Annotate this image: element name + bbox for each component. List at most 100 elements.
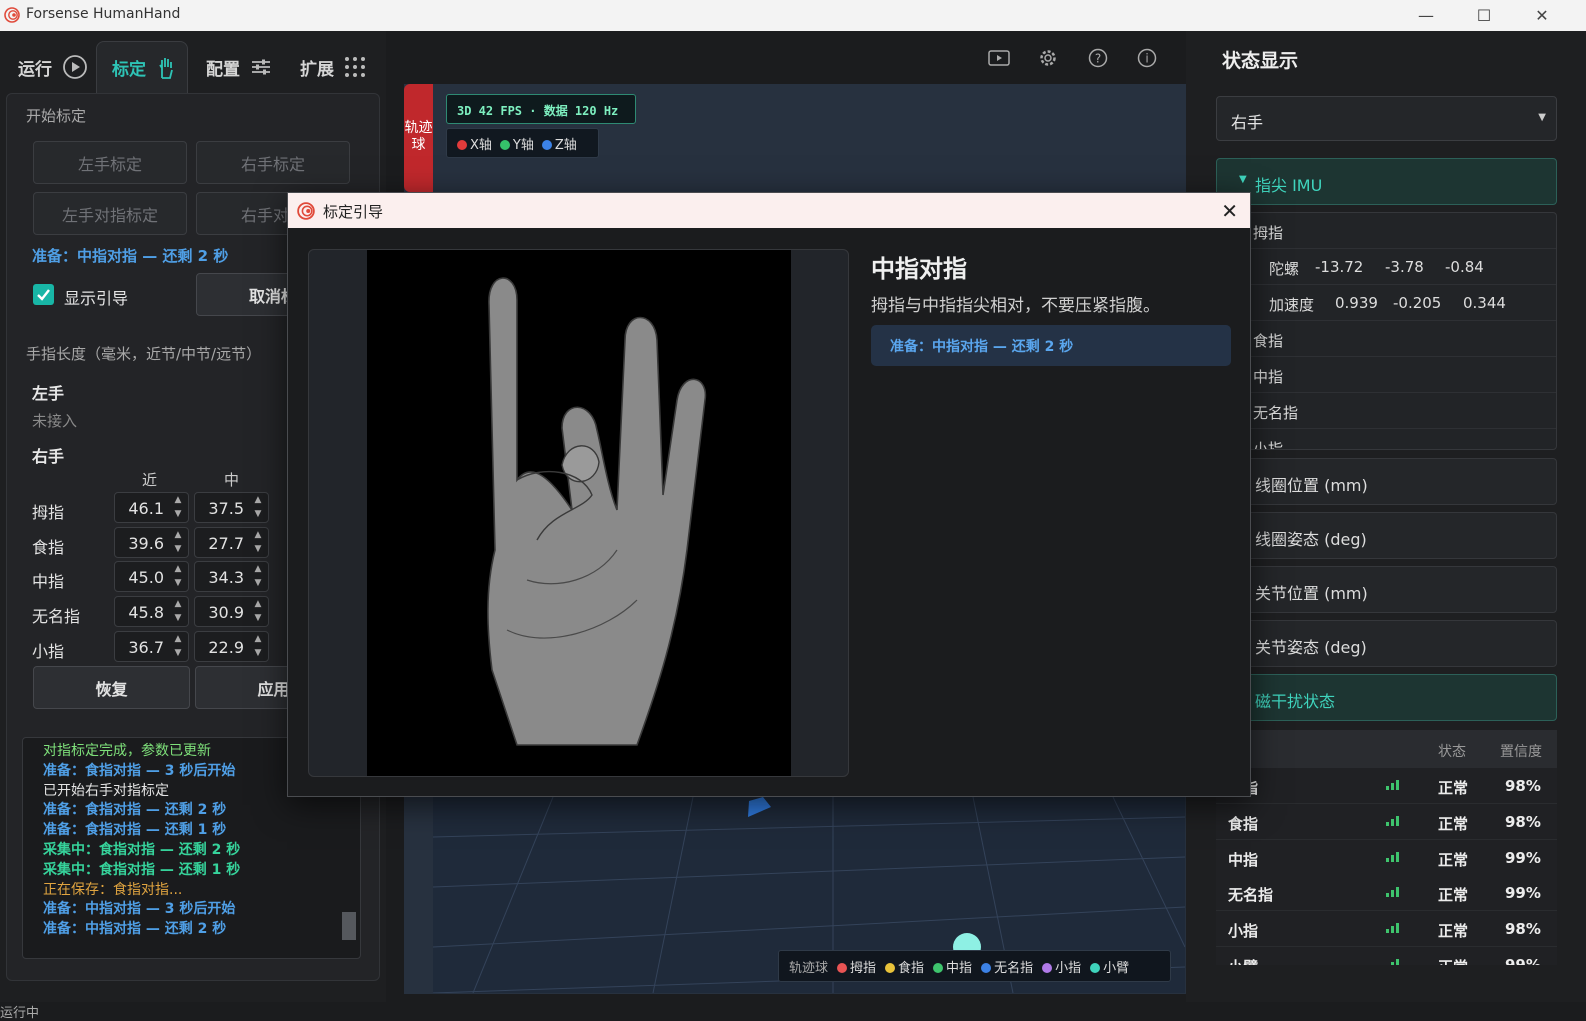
spin-down-icon[interactable]: ▼	[171, 578, 185, 588]
tab-extend[interactable]: 扩展	[300, 41, 366, 93]
finger-near-spinbox[interactable]: 45.8 ▲ ▼	[114, 596, 189, 628]
spin-down-icon[interactable]: ▼	[171, 544, 185, 554]
imu-row-gyro: 陀螺 -13.72 -3.78 -0.84	[1217, 249, 1556, 285]
tab-config[interactable]: 配置	[206, 41, 272, 93]
axis-legend-item: Z轴	[541, 134, 577, 153]
spin-up-icon[interactable]: ▲	[171, 634, 185, 644]
finger-near-spinbox[interactable]: 36.7 ▲ ▼	[114, 630, 189, 662]
finger-mid-spinbox[interactable]: 34.3 ▲ ▼	[194, 561, 269, 593]
spin-down-icon[interactable]: ▼	[171, 648, 185, 658]
joint-attitude-section[interactable]: 关节姿态 (deg)	[1216, 620, 1557, 667]
table-row: 无名指 正常 99%	[1216, 875, 1557, 912]
row-confidence: 99%	[1505, 956, 1541, 965]
spin-up-icon[interactable]: ▲	[251, 634, 265, 644]
trackball-side-tab[interactable]: 轨迹球	[404, 84, 433, 192]
row-name: 中指	[1228, 850, 1259, 869]
finger-mid-spinbox[interactable]: 37.5 ▲ ▼	[194, 492, 269, 523]
imu-row-ring: 无名指	[1217, 393, 1556, 429]
spin-up-icon[interactable]: ▲	[171, 599, 185, 609]
imu-section-header[interactable]: ▼ 指尖 IMU	[1216, 158, 1557, 205]
col-near-header: 近	[142, 471, 158, 489]
spinbox-value: 45.8	[128, 603, 164, 623]
table-header: 状态 置信度	[1216, 730, 1557, 768]
spin-down-icon[interactable]: ▼	[251, 544, 265, 554]
spin-up-icon[interactable]: ▲	[171, 564, 185, 574]
spin-down-icon[interactable]: ▼	[171, 613, 185, 623]
finger-mid-spinbox[interactable]: 30.9 ▲ ▼	[194, 596, 269, 628]
restore-button[interactable]: 恢复	[33, 666, 190, 709]
close-button[interactable]: ✕	[1519, 0, 1565, 31]
legend-item: 中指	[933, 957, 972, 976]
scrollbar-thumb[interactable]	[342, 912, 356, 940]
spinbox-value: 37.5	[208, 499, 244, 518]
coil-attitude-label: 线圈姿态 (deg)	[1255, 530, 1367, 549]
show-guide-checkbox[interactable]	[33, 284, 54, 305]
log-line: 准备：中指对指 — 还剩 2 秒	[43, 921, 227, 938]
spinbox-value: 45.0	[128, 568, 164, 588]
finger-mid-spinbox[interactable]: 22.9 ▲ ▼	[194, 630, 269, 662]
joint-position-section[interactable]: 关节位置 (mm)	[1216, 566, 1557, 613]
play-icon	[63, 55, 87, 79]
table-row: 食指 正常 98%	[1216, 803, 1557, 840]
finger-mid-spinbox[interactable]: 27.7 ▲ ▼	[194, 526, 269, 558]
table-row: 小臂 正常 99%	[1216, 947, 1557, 965]
finger-near-spinbox[interactable]: 39.6 ▲ ▼	[114, 526, 189, 558]
maximize-button[interactable]: ☐	[1461, 0, 1507, 31]
fps-indicator: 3D 42 FPS · 数据 120 Hz	[446, 94, 636, 124]
left-pinch-calibrate-button[interactable]: 左手对指标定	[33, 192, 187, 235]
axis-legend: X轴 Y轴 Z轴	[446, 128, 599, 158]
row-confidence: 98%	[1505, 920, 1541, 939]
spin-up-icon[interactable]: ▲	[251, 530, 265, 540]
coil-position-section[interactable]: 线圈位置 (mm)	[1216, 458, 1557, 505]
dialog-title-bar: 标定引导 ✕	[288, 193, 1250, 228]
axis-legend-item: X轴	[457, 134, 492, 153]
dialog-close-button[interactable]: ✕	[1221, 199, 1238, 223]
finger-near-spinbox[interactable]: 46.1 ▲ ▼	[114, 492, 189, 523]
minimize-button[interactable]: —	[1403, 0, 1449, 31]
tab-calibrate-label: 标定	[112, 60, 146, 80]
spin-down-icon[interactable]: ▼	[251, 648, 265, 658]
coil-attitude-section[interactable]: 线圈姿态 (deg)	[1216, 512, 1557, 559]
info-icon[interactable]: i	[1137, 48, 1157, 72]
tab-run[interactable]: 运行	[18, 41, 88, 93]
legend-title: 轨迹球	[789, 960, 829, 976]
tab-calibrate[interactable]: 标定	[96, 41, 188, 93]
spin-up-icon[interactable]: ▲	[251, 599, 265, 609]
gesture-illustration	[308, 249, 849, 777]
video-icon[interactable]	[988, 48, 1010, 72]
spin-down-icon[interactable]: ▼	[251, 578, 265, 588]
spin-up-icon[interactable]: ▲	[251, 564, 265, 574]
hand-select[interactable]: 右手 ▼	[1216, 96, 1557, 141]
spin-up-icon[interactable]: ▲	[171, 495, 185, 505]
imu-row-index: 食指	[1217, 321, 1556, 357]
legend-item: 拇指	[837, 957, 876, 976]
spinbox-value: 22.9	[208, 637, 244, 657]
imu-little-label: 小指	[1253, 440, 1284, 450]
col-confidence-header: 置信度	[1500, 744, 1542, 760]
acc-x: 0.939	[1335, 294, 1378, 312]
help-icon[interactable]: ?	[1088, 48, 1108, 72]
spin-up-icon[interactable]: ▲	[171, 530, 185, 540]
ready-status-text: 准备：中指对指 — 还剩 2 秒	[32, 247, 229, 265]
magnetic-section-header[interactable]: 磁干扰状态	[1216, 674, 1557, 721]
spinbox-value: 27.7	[208, 533, 244, 553]
log-line: 采集中：食指对指 — 还剩 2 秒	[43, 841, 241, 858]
window-title: Forsense HumanHand	[26, 6, 181, 22]
row-state: 正常	[1438, 779, 1469, 797]
finger-near-spinbox[interactable]: 45.0 ▲ ▼	[114, 561, 189, 593]
signal-bars-icon	[1386, 815, 1399, 826]
left-hand-calibrate-button[interactable]: 左手标定	[33, 141, 187, 184]
dialog-title: 标定引导	[323, 203, 384, 221]
col-mid-header: 中	[224, 471, 240, 489]
settings-gear-icon[interactable]	[1038, 48, 1058, 72]
row-state: 正常	[1438, 956, 1468, 965]
right-hand-calibrate-button[interactable]: 右手标定	[196, 141, 350, 184]
spin-up-icon[interactable]: ▲	[251, 495, 265, 505]
spin-down-icon[interactable]: ▼	[171, 509, 185, 519]
svg-text:i: i	[1145, 52, 1148, 66]
signal-bars-icon	[1386, 923, 1399, 934]
spin-down-icon[interactable]: ▼	[251, 613, 265, 623]
legend-dot-icon	[885, 962, 896, 973]
spin-down-icon[interactable]: ▼	[251, 509, 265, 519]
tab-extend-label: 扩展	[300, 59, 334, 80]
